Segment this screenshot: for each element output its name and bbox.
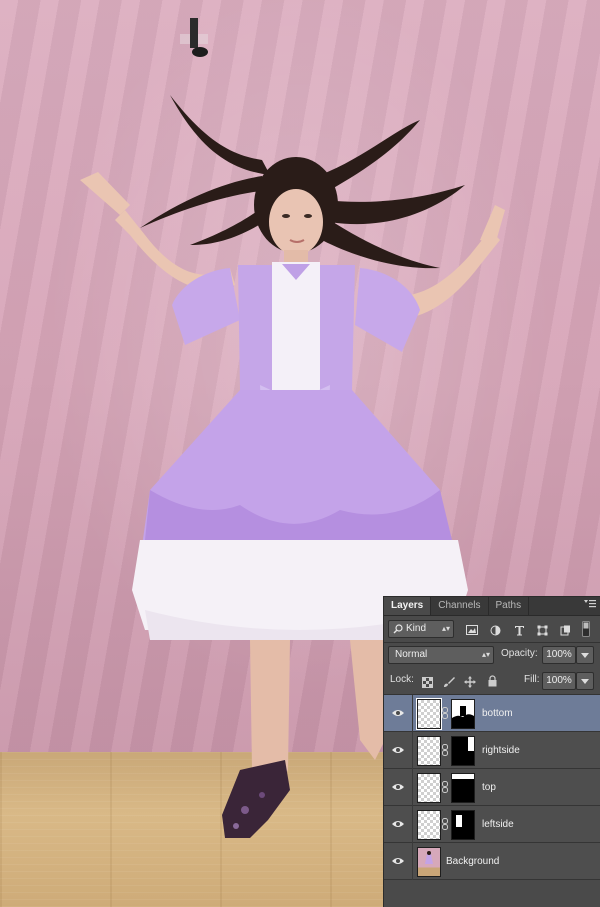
divider <box>412 843 413 880</box>
layer-row-bottom[interactable]: bottom <box>384 695 600 732</box>
pixel-layer-filter-icon[interactable] <box>465 623 479 637</box>
layer-thumbnail[interactable] <box>417 736 441 766</box>
fill-label: Fill: <box>524 674 540 685</box>
eye-visibility-icon[interactable] <box>391 744 405 756</box>
layer-mask-thumbnail[interactable] <box>451 773 475 803</box>
type-layer-filter-icon[interactable] <box>512 623 526 637</box>
filter-toggle-switch[interactable] <box>581 621 591 637</box>
layer-row-rightside[interactable]: rightside <box>384 732 600 769</box>
shape-layer-filter-icon[interactable] <box>535 623 549 637</box>
background-thumbnail[interactable] <box>417 847 441 877</box>
lock-position-move-icon[interactable] <box>463 675 477 689</box>
layer-row-top[interactable]: top <box>384 769 600 806</box>
opacity-input[interactable]: 100% <box>542 646 576 664</box>
layers-panel: Layers Channels Paths Kind ▴▾ Normal ▴▾ … <box>383 596 600 907</box>
chain-link-icon[interactable] <box>442 707 448 719</box>
blend-mode-value: Normal <box>395 649 428 660</box>
layer-thumbnail[interactable] <box>416 698 442 730</box>
layer-name: Background <box>446 856 500 867</box>
lock-row: Lock: Fill: 100% <box>384 670 600 692</box>
layer-row-leftside[interactable]: leftside <box>384 806 600 843</box>
divider <box>412 695 413 732</box>
tab-paths[interactable]: Paths <box>489 597 530 615</box>
eye-visibility-icon[interactable] <box>391 781 405 793</box>
blend-mode-select[interactable]: Normal ▴▾ <box>388 646 494 664</box>
tab-channels[interactable]: Channels <box>431 597 489 615</box>
tab-layers[interactable]: Layers <box>384 597 432 615</box>
layer-mask-thumbnail[interactable] <box>451 810 475 840</box>
chevron-down-icon <box>581 653 589 658</box>
layer-name: rightside <box>482 745 520 756</box>
updown-arrows-icon: ▴▾ <box>481 650 490 659</box>
separator <box>384 642 600 643</box>
divider <box>412 732 413 769</box>
fill-input[interactable]: 100% <box>542 672 576 690</box>
blend-row: Normal ▴▾ Opacity: 100% <box>384 644 600 666</box>
search-icon <box>391 622 405 636</box>
layer-name: bottom <box>482 708 513 719</box>
layer-mask-thumbnail[interactable] <box>451 699 475 729</box>
filter-kind-select[interactable]: Kind ▴▾ <box>388 620 454 638</box>
lock-label: Lock: <box>390 674 414 685</box>
eye-visibility-icon[interactable] <box>391 855 405 867</box>
panel-tab-bar: Layers Channels Paths <box>384 597 600 616</box>
layer-mask-thumbnail[interactable] <box>451 736 475 766</box>
filter-kind-label: Kind <box>406 623 427 634</box>
divider <box>412 769 413 806</box>
smart-object-filter-icon[interactable] <box>558 623 572 637</box>
adjustment-layer-filter-icon[interactable] <box>488 623 502 637</box>
layer-name: top <box>482 782 496 793</box>
layer-list: bottom rightside top leftside Background <box>384 695 600 880</box>
lock-all-padlock-icon[interactable] <box>485 674 499 688</box>
lock-transparent-pixels-icon[interactable] <box>420 675 434 689</box>
layer-thumbnail[interactable] <box>417 773 441 803</box>
eye-visibility-icon[interactable] <box>391 707 405 719</box>
layer-row-background[interactable]: Background <box>384 843 600 880</box>
fill-dropdown-button[interactable] <box>576 672 594 690</box>
updown-arrows-icon: ▴▾ <box>441 624 450 633</box>
chain-link-icon[interactable] <box>442 818 448 830</box>
divider <box>412 806 413 843</box>
opacity-dropdown-button[interactable] <box>576 646 594 664</box>
chevron-down-icon <box>581 679 589 684</box>
eye-visibility-icon[interactable] <box>391 818 405 830</box>
opacity-label: Opacity: <box>501 648 538 659</box>
panel-menu-icon[interactable] <box>584 599 596 614</box>
lock-image-pixels-brush-icon[interactable] <box>442 675 456 689</box>
chain-link-icon[interactable] <box>442 781 448 793</box>
layer-thumbnail[interactable] <box>417 810 441 840</box>
chain-link-icon[interactable] <box>442 744 448 756</box>
layer-name: leftside <box>482 819 514 830</box>
filter-row: Kind ▴▾ <box>384 618 600 640</box>
